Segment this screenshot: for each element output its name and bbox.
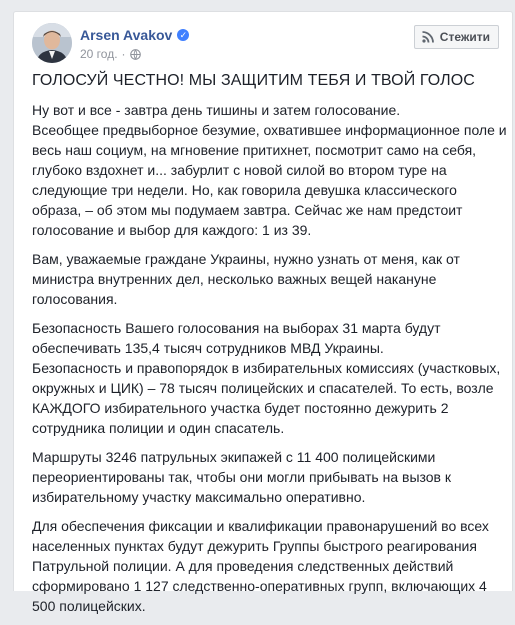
post-header: Arsen Avakov ✓ 20 год. · Стежити xyxy=(14,12,512,64)
post-headline: ГОЛОСУЙ ЧЕСТНО! МЫ ЗАЩИТИМ ТЕБЯ И ТВОЙ Г… xyxy=(32,72,475,89)
verified-badge-icon: ✓ xyxy=(177,29,190,41)
author-name[interactable]: Arsen Avakov xyxy=(80,27,172,43)
post-paragraph: Ну вот и все - завтра день тишины и зате… xyxy=(32,100,507,240)
post-paragraph: Для обеспечения фиксации и квалификации … xyxy=(32,516,507,616)
post-paragraph: Вам, уважаемые граждане Украины, нужно у… xyxy=(32,249,507,309)
post-paragraph: Маршруты 3246 патрульных экипажей с 11 4… xyxy=(32,447,507,507)
post-text-line: Безопасность Вашего голосования на выбор… xyxy=(32,320,441,356)
author-line: Arsen Avakov ✓ xyxy=(80,27,190,43)
post-meta: 20 год. · xyxy=(80,47,141,61)
post-paragraph: Безопасность Вашего голосования на выбор… xyxy=(32,318,507,438)
post-text-line: Ну вот и все - завтра день тишины и зате… xyxy=(32,102,401,118)
post-timestamp[interactable]: 20 год. xyxy=(80,47,118,61)
post-text-line: Вам, уважаемые граждане Украины, нужно у… xyxy=(32,251,460,307)
follow-button[interactable]: Стежити xyxy=(413,25,499,49)
globe-icon[interactable] xyxy=(129,48,141,60)
post-text-line: Всеобщее предвыборное безумие, охвативше… xyxy=(32,122,507,238)
post-text-line: Для обеспечения фиксации и квалификации … xyxy=(32,518,489,614)
post-body: ГОЛОСУЙ ЧЕСТНО! МЫ ЗАЩИТИМ ТЕБЯ И ТВОЙ Г… xyxy=(32,70,507,625)
meta-separator: · xyxy=(121,47,126,61)
post-card: Arsen Avakov ✓ 20 год. · Стежити ГОЛОСУЙ… xyxy=(13,11,513,614)
post-text-line: Маршруты 3246 патрульных экипажей с 11 4… xyxy=(32,449,452,505)
follow-rss-icon xyxy=(422,31,434,43)
avatar[interactable] xyxy=(32,23,72,63)
avatar-photo xyxy=(32,23,72,63)
post-text-line: Безопасность и правопорядок в избиратель… xyxy=(32,360,501,436)
follow-button-label: Стежити xyxy=(439,30,490,44)
